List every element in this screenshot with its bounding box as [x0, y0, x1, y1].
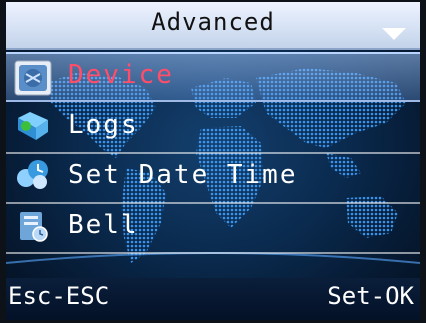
- menu-item-bell[interactable]: Bell: [6, 202, 420, 254]
- menu-item-label: Device: [68, 60, 174, 90]
- menu-divider: [6, 252, 420, 254]
- title-bar: Advanced: [6, 2, 420, 50]
- menu-item-label: Bell: [68, 210, 139, 240]
- ok-softkey[interactable]: Set-OK: [327, 282, 414, 310]
- bell-icon: [20, 212, 48, 242]
- menu-item-set-date-time[interactable]: Set Date Time: [6, 152, 420, 204]
- device-frame: Advanced Device Logs Set Date Time Bell …: [0, 0, 426, 323]
- set-date-time-icon: [17, 160, 48, 189]
- esc-softkey[interactable]: Esc-ESC: [8, 282, 109, 310]
- advanced-menu: Device Logs Set Date Time Bell: [6, 52, 420, 254]
- page-title: Advanced: [151, 8, 275, 36]
- chevron-down-icon[interactable]: [382, 28, 406, 40]
- menu-item-label: Logs: [68, 110, 139, 140]
- menu-item-device[interactable]: Device: [6, 52, 420, 102]
- lcd-screen: Advanced Device Logs Set Date Time Bell …: [6, 2, 420, 320]
- logs-icon: [18, 112, 48, 140]
- menu-item-logs[interactable]: Logs: [6, 102, 420, 154]
- device-icon: [14, 60, 52, 96]
- menu-item-label: Set Date Time: [68, 160, 298, 190]
